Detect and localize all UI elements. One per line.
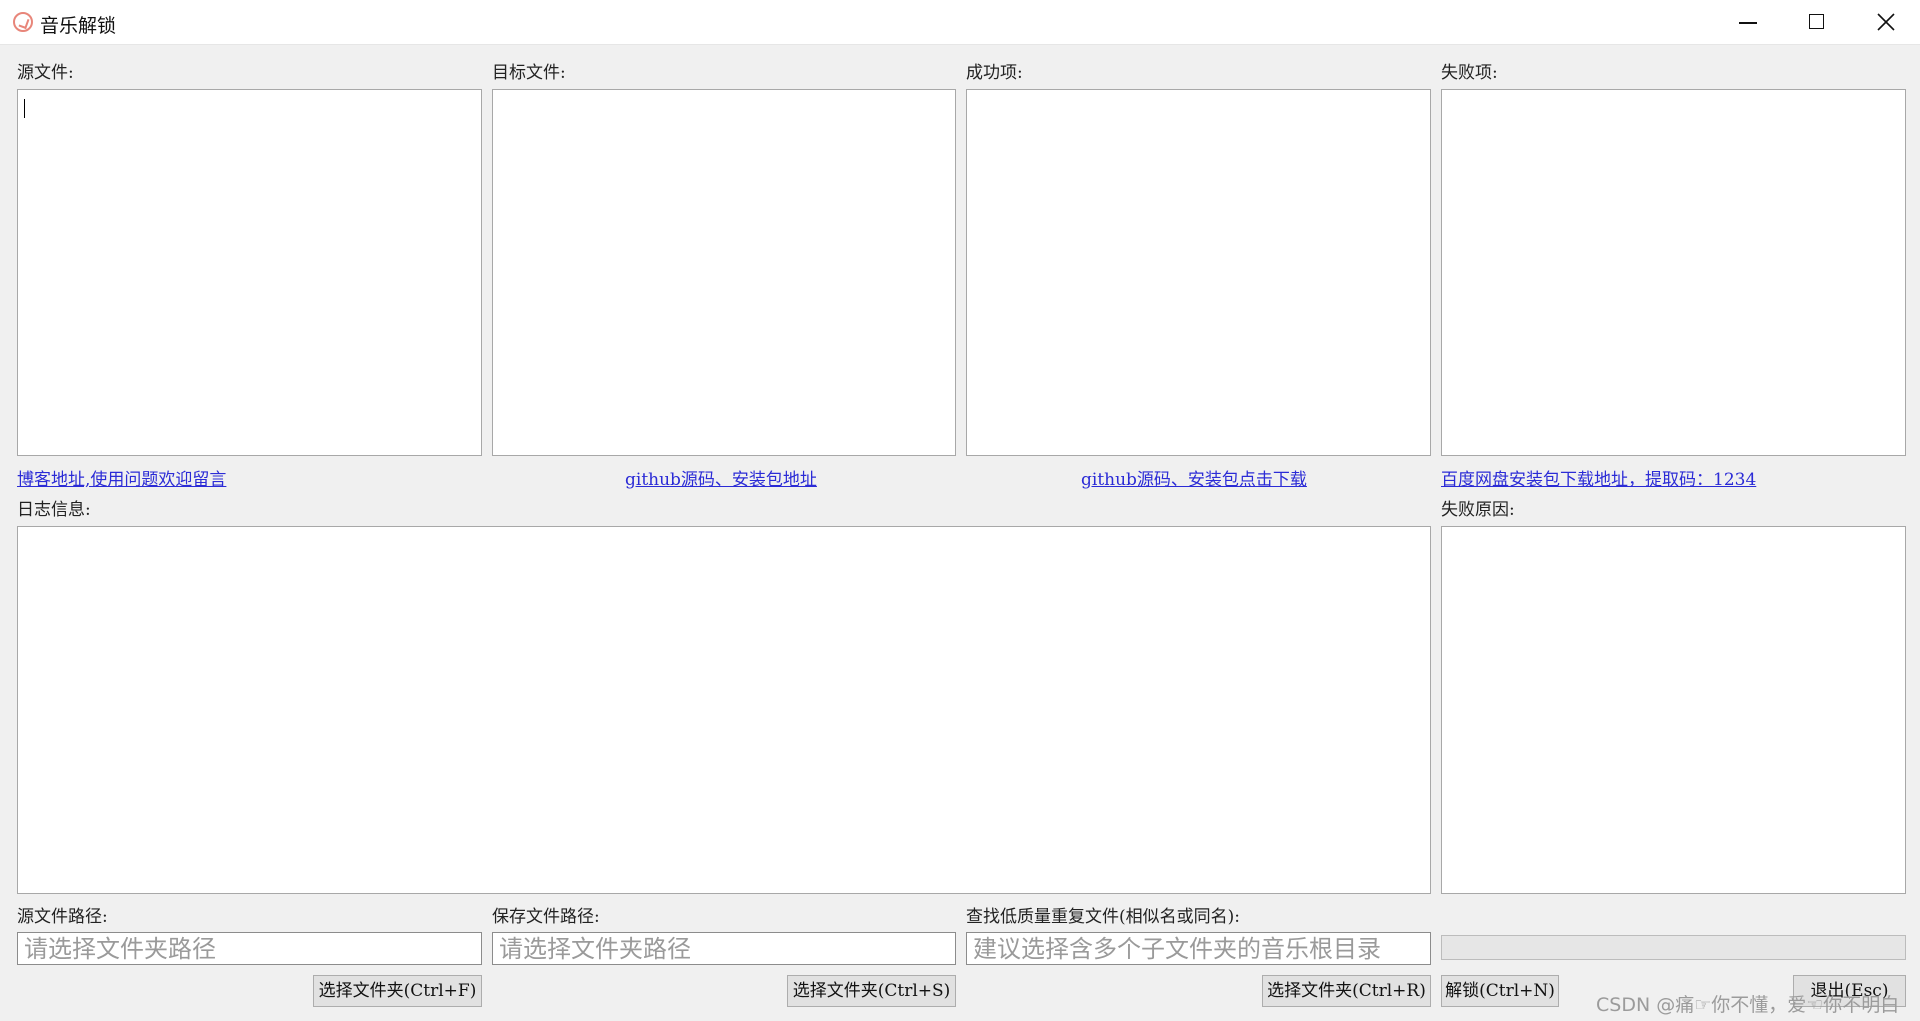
blog-link[interactable]: 博客地址,使用问题欢迎留言 xyxy=(17,465,226,490)
fail-reason-label: 失败原因: xyxy=(1441,500,1515,520)
source-files-label: 源文件: xyxy=(17,63,74,83)
close-icon xyxy=(1877,13,1895,31)
minimize-icon xyxy=(1739,22,1757,24)
failed-items-label: 失败项: xyxy=(1441,63,1498,83)
failed-items-list[interactable] xyxy=(1441,89,1906,456)
github-repo-link[interactable]: github源码、安装包地址 xyxy=(625,465,817,490)
select-source-folder-button[interactable]: 选择文件夹(Ctrl+F) xyxy=(313,975,482,1007)
save-path-input[interactable] xyxy=(492,932,956,965)
dup-path-label: 查找低质量重复文件(相似名或同名): xyxy=(966,907,1240,927)
source-files-list[interactable] xyxy=(17,89,482,456)
close-button[interactable] xyxy=(1851,0,1919,44)
app-logo-icon xyxy=(13,12,33,32)
watermark-text: CSDN @痛☞你不懂，爱☜你不明白 xyxy=(1596,994,1900,1016)
source-path-label: 源文件路径: xyxy=(17,907,108,927)
progress-bar xyxy=(1441,935,1906,960)
title-bar: 音乐解锁 xyxy=(0,0,1920,45)
target-files-label: 目标文件: xyxy=(492,63,566,83)
target-files-list[interactable] xyxy=(492,89,956,456)
success-items-label: 成功项: xyxy=(966,63,1023,83)
minimize-button[interactable] xyxy=(1713,0,1781,44)
github-download-link[interactable]: github源码、安装包点击下载 xyxy=(1081,465,1307,490)
baidu-pan-link[interactable]: 百度网盘安装包下载地址，提取码：1234 xyxy=(1441,465,1756,490)
maximize-icon xyxy=(1809,14,1824,29)
dup-path-input[interactable] xyxy=(966,932,1431,965)
fail-reason-textarea[interactable] xyxy=(1441,526,1906,894)
save-path-label: 保存文件路径: xyxy=(492,907,600,927)
success-items-list[interactable] xyxy=(966,89,1431,456)
log-textarea[interactable] xyxy=(17,526,1431,894)
window-title: 音乐解锁 xyxy=(40,15,117,37)
log-label: 日志信息: xyxy=(17,500,91,520)
select-dup-folder-button[interactable]: 选择文件夹(Ctrl+R) xyxy=(1262,975,1431,1007)
unlock-button[interactable]: 解锁(Ctrl+N) xyxy=(1441,975,1559,1007)
maximize-button[interactable] xyxy=(1782,0,1850,44)
text-cursor xyxy=(24,99,25,118)
source-path-input[interactable] xyxy=(17,932,482,965)
select-save-folder-button[interactable]: 选择文件夹(Ctrl+S) xyxy=(787,975,956,1007)
